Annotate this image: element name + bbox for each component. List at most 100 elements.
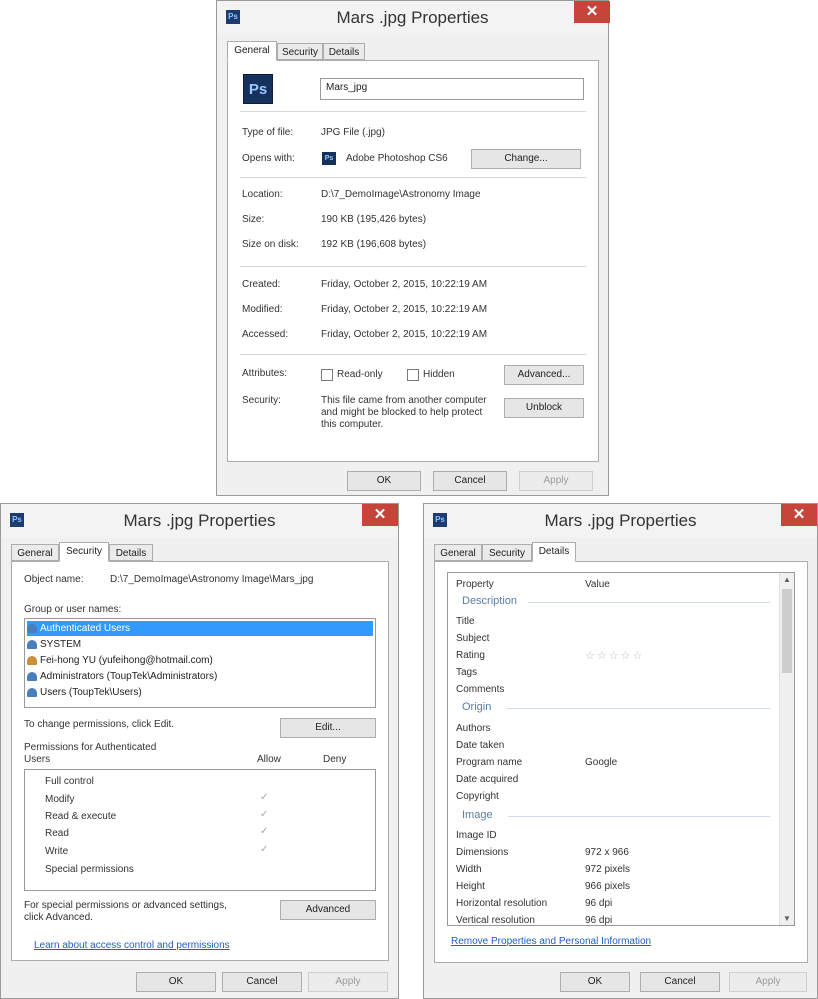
apply-button[interactable]: Apply [729,972,807,992]
separator [240,111,586,112]
permission-name: Write [45,846,69,857]
property-row[interactable]: Copyright [456,791,499,802]
opens-with-value: Adobe Photoshop CS6 [346,153,448,164]
group-divider [528,602,770,603]
change-button[interactable]: Change... [471,149,581,169]
property-row[interactable]: Program name [456,757,522,768]
close-button[interactable]: ✕ [574,1,610,23]
user-icon [27,655,37,665]
cancel-button[interactable]: Cancel [222,972,302,992]
scroll-up-arrow-icon[interactable]: ▲ [780,575,794,584]
allow-header: Allow [257,754,281,765]
details-properties-window: Ps Mars .jpg Properties ✕ General Securi… [423,503,818,999]
user-name: SYSTEM [40,639,82,650]
property-row[interactable]: Horizontal resolution [456,898,547,909]
size-label: Size: [242,214,265,225]
apply-button[interactable]: Apply [519,471,593,491]
apply-button[interactable]: Apply [308,972,388,992]
close-button[interactable]: ✕ [362,504,398,526]
title-bar: Ps Mars .jpg Properties ✕ [424,504,817,538]
property-value: 966 pixels [585,881,631,892]
security-panel: Object name: D:\7_DemoImage\Astronomy Im… [11,561,389,961]
property-row[interactable]: Vertical resolution [456,915,535,925]
property-row[interactable]: Comments [456,684,504,695]
tab-details[interactable]: Details [109,544,153,561]
general-panel: Ps Mars_jpg Type of file: JPG File (.jpg… [227,60,599,462]
remove-properties-link[interactable]: Remove Properties and Personal Informati… [451,936,651,947]
property-row[interactable]: Title [456,616,475,627]
read-only-checkbox[interactable] [321,369,333,381]
vertical-scrollbar[interactable]: ▲ ▼ [779,573,794,925]
property-row[interactable]: Date acquired [456,774,518,785]
created-value: Friday, October 2, 2015, 10:22:19 AM [321,279,488,290]
window-title: Mars .jpg Properties [544,511,697,530]
scroll-down-arrow-icon[interactable]: ▼ [780,914,794,923]
rating-stars-icon[interactable]: ☆☆☆☆☆ [585,649,644,662]
attributes-label: Attributes: [242,368,288,379]
users-group-icon [27,687,37,697]
details-grid: Property Value Description Title Subject… [447,572,795,926]
separator [240,177,586,178]
edit-button[interactable]: Edit... [280,718,376,738]
filename-input[interactable]: Mars_jpg [320,78,584,100]
ok-button[interactable]: OK [136,972,216,992]
program-name-value: Google [585,757,618,768]
property-value: 96 dpi [585,898,613,909]
size-on-disk-value: 192 KB (196,608 bytes) [321,239,427,250]
list-item[interactable]: Users (ToupTek\Users) [27,685,373,700]
property-row[interactable]: Dimensions [456,847,508,858]
tab-general[interactable]: General [11,544,59,561]
ok-button[interactable]: OK [560,972,630,992]
modified-value: Friday, October 2, 2015, 10:22:19 AM [321,304,488,315]
tab-details[interactable]: Details [532,542,576,562]
tab-details[interactable]: Details [323,43,365,60]
property-row[interactable]: Tags [456,667,477,678]
window-title: Mars .jpg Properties [123,511,276,530]
unblock-button[interactable]: Unblock [504,398,584,418]
permission-name: Read [45,828,69,839]
security-label: Security: [242,395,281,406]
learn-access-control-link[interactable]: Learn about access control and permissio… [34,940,230,951]
list-item[interactable]: SYSTEM [27,637,373,652]
close-button[interactable]: ✕ [781,504,817,526]
advanced-button[interactable]: Advanced... [504,365,584,385]
general-properties-window: Ps Mars .jpg Properties ✕ General Securi… [216,0,610,496]
column-header-property[interactable]: Property [456,579,494,590]
type-of-file-label: Type of file: [242,127,294,138]
property-row[interactable]: Subject [456,633,489,644]
created-label: Created: [242,279,281,290]
security-text-line3: this computer. [321,419,384,430]
tab-security[interactable]: Security [482,544,532,561]
scrollbar-thumb[interactable] [782,589,792,673]
size-value: 190 KB (195,426 bytes) [321,214,427,225]
file-type-icon: Ps [243,74,273,104]
group-users-label: Group or user names: [24,604,122,615]
hidden-checkbox[interactable] [407,369,419,381]
tab-general[interactable]: General [434,544,482,561]
property-row[interactable]: Authors [456,723,490,734]
title-bar: Ps Mars .jpg Properties ✕ [1,504,398,538]
tab-security[interactable]: Security [59,542,109,562]
property-row[interactable]: Width [456,864,482,875]
column-header-value[interactable]: Value [585,579,610,590]
advanced-button[interactable]: Advanced [280,900,376,920]
modified-label: Modified: [242,304,283,315]
tab-general[interactable]: General [227,41,277,61]
ok-button[interactable]: OK [347,471,421,491]
property-row[interactable]: Date taken [456,740,504,751]
details-panel: Property Value Description Title Subject… [434,561,808,963]
list-item[interactable]: Administrators (ToupTek\Administrators) [27,669,373,684]
tab-security[interactable]: Security [277,43,323,60]
permission-name: Special permissions [45,864,134,875]
cancel-button[interactable]: Cancel [640,972,720,992]
special-permissions-text-line1: For special permissions or advanced sett… [24,900,227,911]
property-row[interactable]: Image ID [456,830,497,841]
cancel-button[interactable]: Cancel [433,471,507,491]
security-text-line2: and might be blocked to help protect [321,407,483,418]
change-permissions-text: To change permissions, click Edit. [24,719,175,730]
list-item[interactable]: Authenticated Users [27,621,373,636]
property-row[interactable]: Height [456,881,485,892]
list-item[interactable]: Fei-hong YU (yufeihong@hotmail.com) [27,653,373,668]
group-image: Image [462,809,493,821]
property-row[interactable]: Rating [456,650,485,661]
